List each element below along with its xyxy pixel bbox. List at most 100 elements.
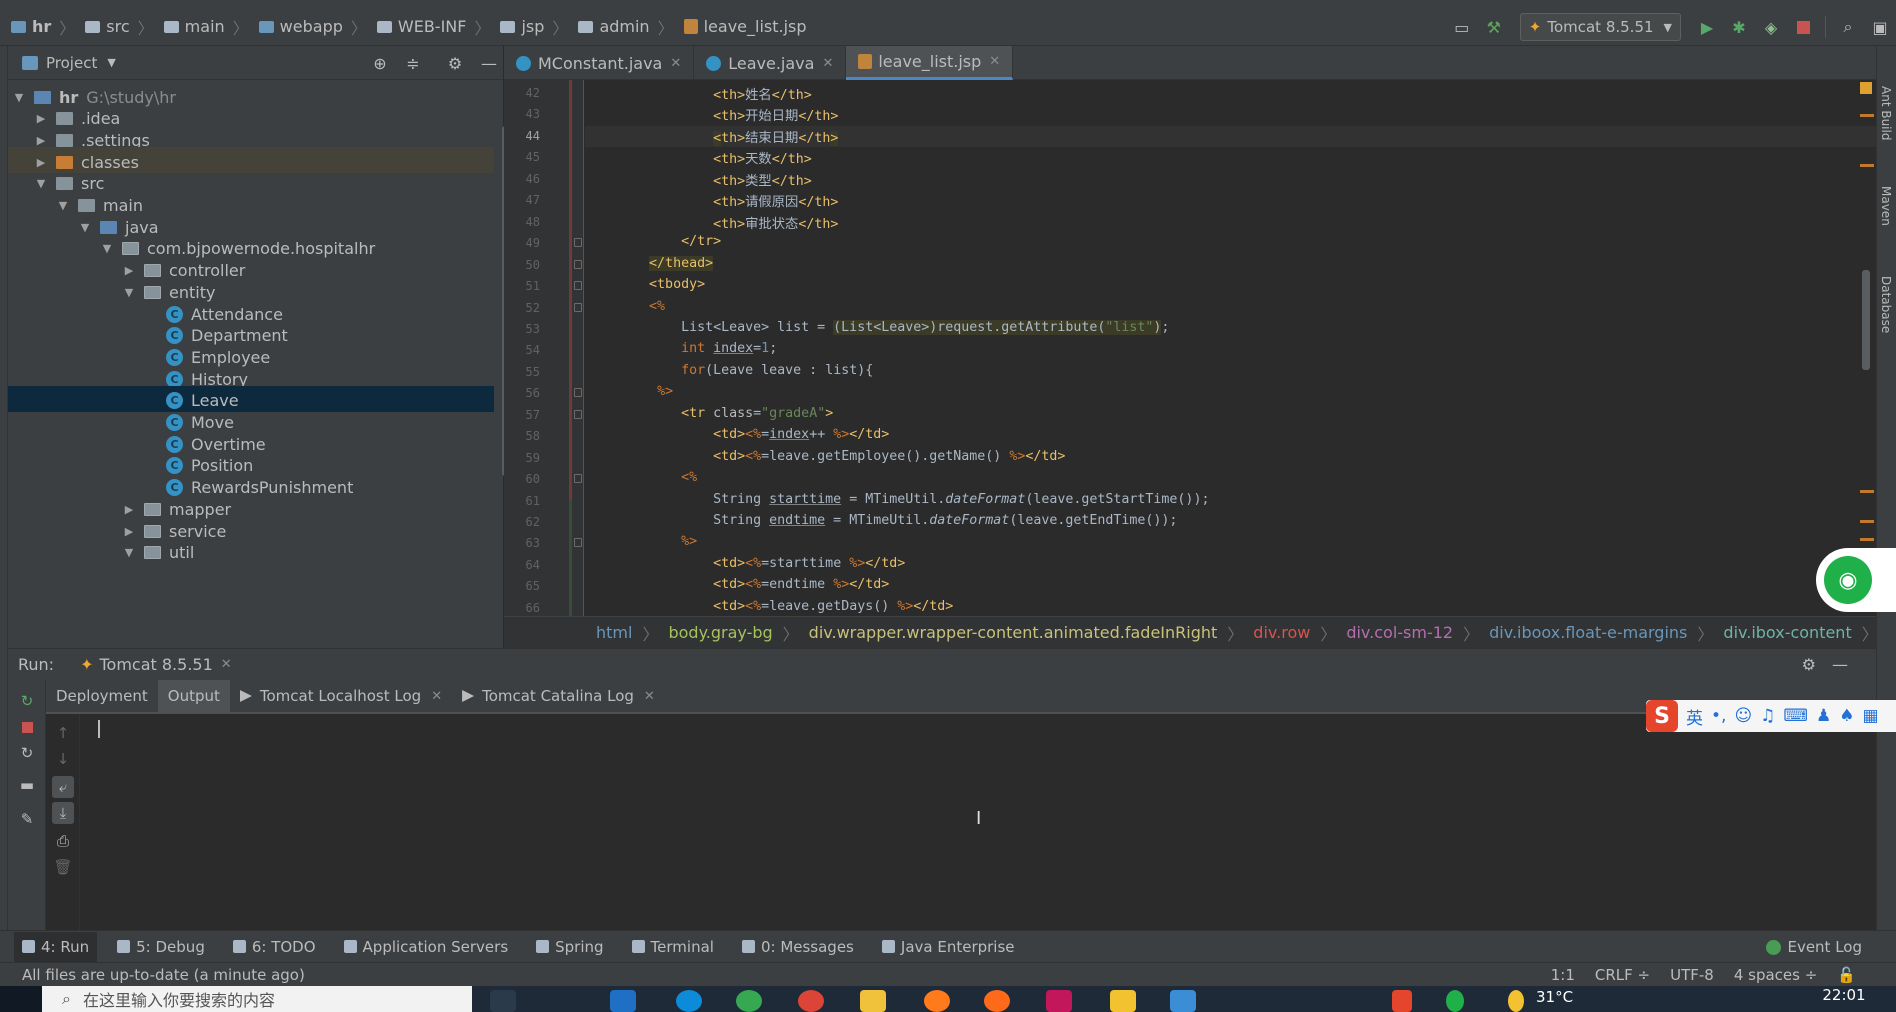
collapsed-arrow-icon[interactable]: ▶: [122, 264, 136, 277]
expanded-arrow-icon[interactable]: ▼: [122, 546, 136, 559]
app-icon-1[interactable]: [610, 990, 636, 1012]
code-line[interactable]: String starttime = MTimeUtil.dateFormat(…: [585, 492, 1209, 513]
code-line[interactable]: <%: [585, 470, 697, 491]
wifi-tray-icon[interactable]: [1446, 990, 1464, 1012]
breadcrumb-item[interactable]: jsp 〉: [495, 8, 573, 46]
html-breadcrumb-item[interactable]: div.ibox-content: [1723, 623, 1851, 642]
tool-window-terminal[interactable]: Terminal: [631, 938, 714, 956]
layout-icon[interactable]: ▬: [16, 774, 38, 796]
app-icon-2[interactable]: [924, 990, 950, 1012]
build-hammer-icon[interactable]: ⚒: [1481, 14, 1507, 40]
ime-toolbar[interactable]: S 英 •, ☺ ♫ ⌨ ♟ ♠ ▦: [1646, 700, 1896, 732]
code-line[interactable]: <td><%=index++ %></td>: [585, 427, 889, 448]
windows-start-button[interactable]: [0, 986, 42, 1012]
code-line[interactable]: %>: [585, 384, 673, 405]
trash-icon[interactable]: 🗑: [52, 856, 74, 878]
intellij-icon[interactable]: [1046, 990, 1072, 1012]
collapsed-arrow-icon[interactable]: ▶: [34, 112, 48, 125]
hide-icon[interactable]: —: [478, 52, 500, 74]
run-tab-tomcat-catalina-log[interactable]: Tomcat Catalina Log ✕: [452, 680, 665, 712]
warning-icon[interactable]: [1860, 82, 1872, 94]
expanded-arrow-icon[interactable]: ▼: [56, 199, 70, 212]
task-view-icon[interactable]: [490, 990, 516, 1012]
code-line[interactable]: <th>天数</th>: [585, 148, 812, 169]
locate-icon[interactable]: ⊕: [369, 52, 391, 74]
fold-marker-icon[interactable]: [574, 281, 582, 291]
code-line[interactable]: <th>请假原因</th>: [585, 191, 838, 212]
html-breadcrumb-item[interactable]: body.gray-bg: [668, 623, 772, 642]
microphone-icon[interactable]: ♫: [1760, 706, 1775, 726]
fold-marker-icon[interactable]: [574, 302, 582, 312]
tool-window-application-servers[interactable]: Application Servers: [343, 938, 508, 956]
keyboard-icon[interactable]: ⌨: [1783, 706, 1808, 726]
run-tab-deployment[interactable]: Deployment: [46, 680, 158, 712]
fold-marker-icon[interactable]: [574, 538, 582, 548]
fold-marker-icon[interactable]: [574, 474, 582, 484]
close-icon[interactable]: ✕: [989, 54, 1000, 69]
collapse-all-icon[interactable]: ≑: [402, 52, 424, 74]
print-icon[interactable]: ⎙: [52, 830, 74, 852]
html-breadcrumb-item[interactable]: div.wrapper.wrapper-content.animated.fad…: [809, 623, 1218, 642]
html-breadcrumb-item[interactable]: div.col-sm-12: [1346, 623, 1453, 642]
code-line[interactable]: </tr>: [585, 234, 721, 255]
grid-icon[interactable]: ▦: [1862, 706, 1878, 726]
temperature[interactable]: 31°C: [1536, 988, 1573, 1006]
code-line[interactable]: <td><%=endtime %></td>: [585, 577, 889, 598]
indent-setting[interactable]: 4 spaces ÷: [1734, 966, 1817, 984]
breadcrumb-item[interactable]: hr 〉: [6, 8, 80, 46]
breadcrumb-item[interactable]: src 〉: [80, 8, 158, 46]
code-line[interactable]: for(Leave leave : list){: [585, 363, 873, 384]
run-configuration-select[interactable]: ✦ Tomcat 8.5.51 ▼: [1519, 13, 1681, 41]
app-icon-3[interactable]: [984, 990, 1010, 1012]
code-line[interactable]: <td><%=leave.getEmployee().getName() %><…: [585, 449, 1065, 470]
code-line[interactable]: <tr class="gradeA">: [585, 406, 833, 427]
rerun-icon[interactable]: ↻: [16, 690, 38, 712]
coverage-icon[interactable]: ◈: [1758, 14, 1784, 40]
close-icon[interactable]: ✕: [822, 56, 833, 71]
code-line[interactable]: <th>类型</th>: [585, 170, 812, 191]
skin-icon[interactable]: ♠: [1839, 706, 1854, 726]
emoji-icon[interactable]: ☺: [1734, 706, 1752, 726]
code-line[interactable]: <th>姓名</th>: [585, 84, 812, 105]
event-log-button[interactable]: Event Log: [1766, 931, 1862, 963]
breadcrumb-item[interactable]: WEB-INF 〉: [372, 8, 496, 46]
tool-window-java-enterprise[interactable]: Java Enterprise: [881, 938, 1015, 956]
close-icon[interactable]: ✕: [221, 657, 232, 672]
update-icon[interactable]: ↻: [16, 742, 38, 764]
sogou-tray-icon[interactable]: [1392, 990, 1412, 1012]
expanded-arrow-icon[interactable]: ▼: [100, 242, 114, 255]
file-encoding[interactable]: UTF-8: [1670, 966, 1714, 984]
hide-icon[interactable]: —: [1832, 655, 1848, 674]
code-editor[interactable]: <th>姓名</th> <th>开始日期</th> <th>结束日期</th> …: [585, 80, 1876, 616]
taskbar-search[interactable]: ⌕ 在这里输入你要搜索的内容: [42, 986, 472, 1012]
expanded-arrow-icon[interactable]: ▼: [78, 221, 92, 234]
collapsed-arrow-icon[interactable]: ▶: [34, 134, 48, 147]
stop-icon[interactable]: [16, 716, 38, 738]
gear-icon[interactable]: ⚙: [1802, 655, 1816, 674]
collapsed-arrow-icon[interactable]: ▶: [122, 503, 136, 516]
search-icon[interactable]: ⌕: [1835, 14, 1861, 40]
html-breadcrumb-item[interactable]: div.iboox.float-e-margins: [1489, 623, 1687, 642]
fold-marker-icon[interactable]: [574, 388, 582, 398]
tree-node-util[interactable]: ▼ util: [122, 540, 195, 566]
collapsed-arrow-icon[interactable]: ▶: [34, 156, 48, 169]
ime-mode[interactable]: 英: [1686, 704, 1703, 729]
tool-ant-build[interactable]: Ant Build: [1879, 86, 1893, 140]
code-line[interactable]: <th>审批状态</th>: [585, 213, 838, 234]
project-panel-title[interactable]: Project: [46, 54, 97, 72]
punctuation-icon[interactable]: •,: [1711, 706, 1726, 726]
scroll-to-end-icon[interactable]: ⤓: [52, 802, 74, 824]
browser-icon[interactable]: [736, 990, 762, 1012]
caret-position[interactable]: 1:1: [1551, 966, 1575, 984]
tool-window-0-messages[interactable]: 0: Messages: [741, 938, 854, 956]
fold-marker-icon[interactable]: [574, 238, 582, 248]
collapsed-arrow-icon[interactable]: ▶: [122, 525, 136, 538]
clock[interactable]: 22:01: [1814, 986, 1874, 1012]
file-explorer-icon[interactable]: [860, 990, 886, 1012]
app-icon-4[interactable]: [1110, 990, 1136, 1012]
code-line[interactable]: String endtime = MTimeUtil.dateFormat(le…: [585, 513, 1177, 534]
run-tab-tomcat-localhost-log[interactable]: Tomcat Localhost Log ✕: [230, 680, 452, 712]
tool-window-4-run[interactable]: 4: Run: [14, 931, 98, 962]
code-line[interactable]: <th>结束日期</th>: [585, 127, 839, 148]
code-line[interactable]: </thead>: [585, 255, 714, 277]
